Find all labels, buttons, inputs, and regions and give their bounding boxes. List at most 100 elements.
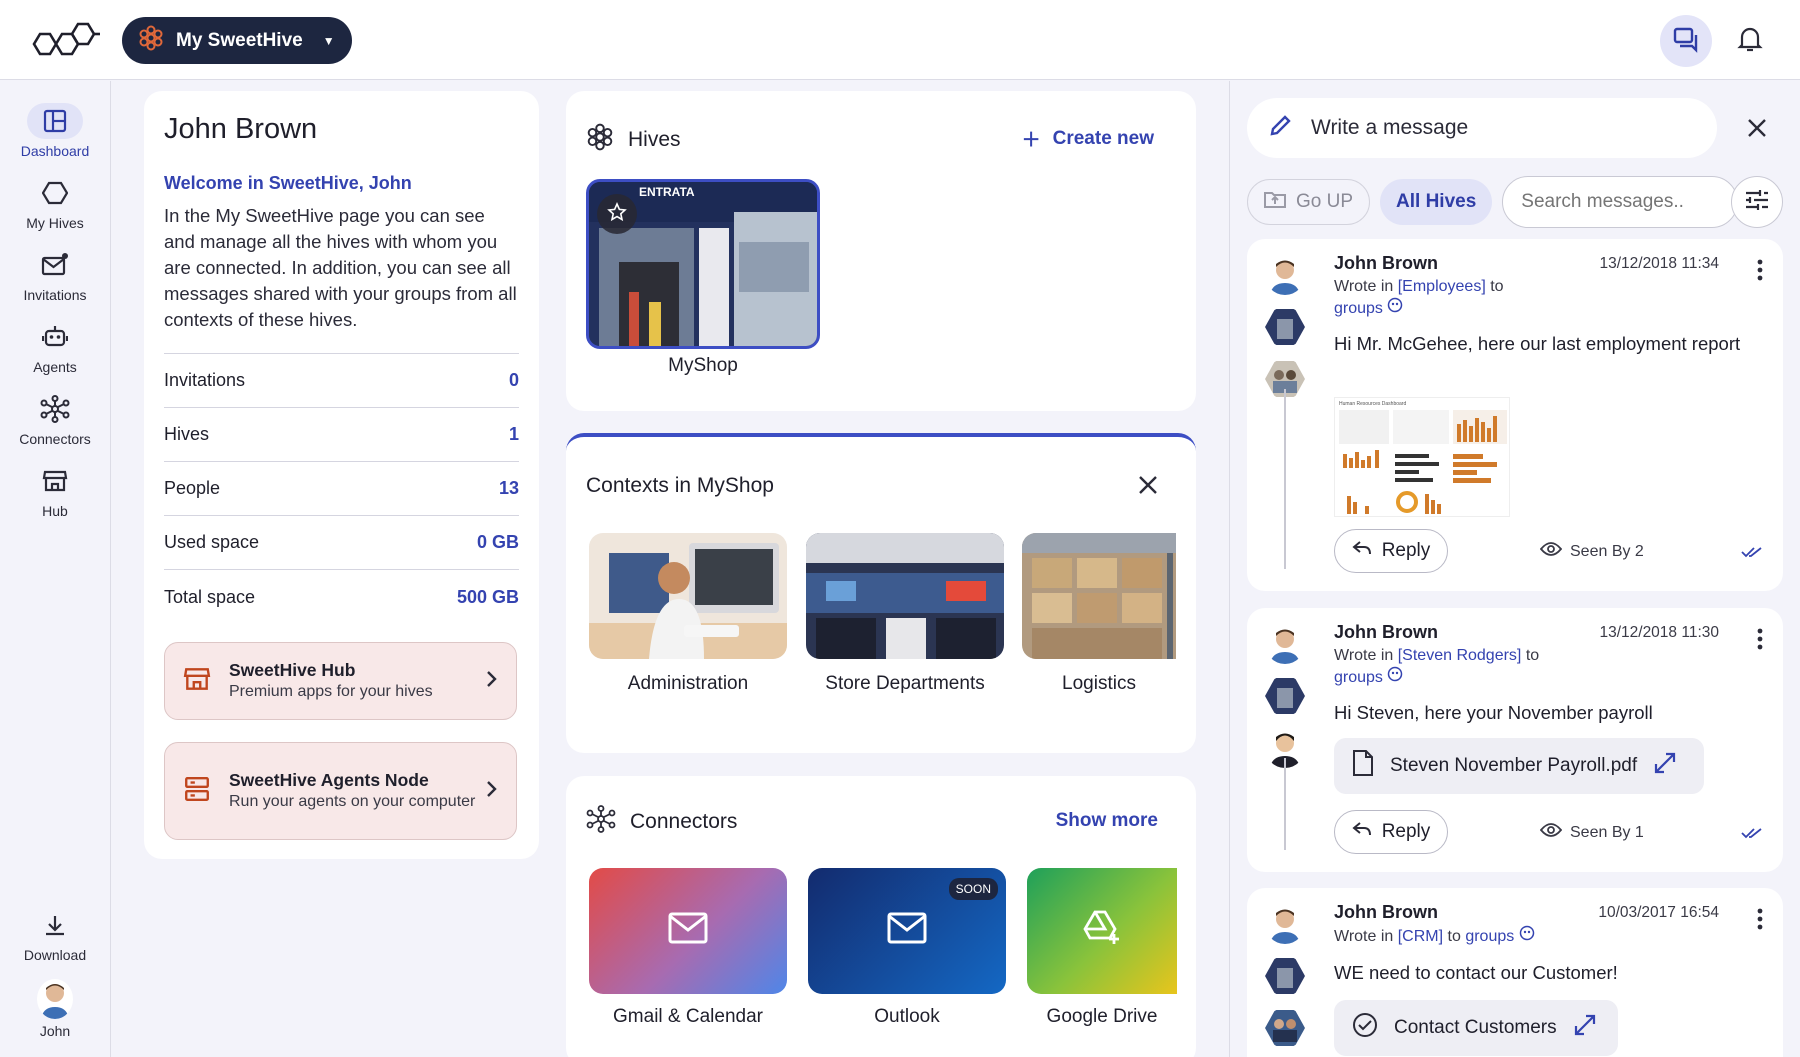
message-filters: Go UP All Hives: [1247, 176, 1739, 228]
context-store-departments[interactable]: Store Departments: [806, 533, 1004, 695]
to-label: to: [1447, 928, 1461, 945]
write-message-input[interactable]: Write a message: [1247, 98, 1717, 158]
connector-name: Google Drive: [1046, 1006, 1158, 1027]
context-link[interactable]: [Employees]: [1398, 278, 1486, 295]
mail-icon: [668, 912, 708, 950]
contexts-title: Contexts in MyShop: [586, 474, 774, 497]
context-name: Administration: [627, 673, 749, 694]
sidebar-item-label: Agents: [33, 359, 77, 375]
attachment-name: Steven November Payroll.pdf: [1390, 755, 1638, 776]
double-check-icon: [1741, 545, 1763, 563]
attachment-file[interactable]: Steven November Payroll.pdf: [1334, 738, 1704, 794]
connector-tile: [589, 868, 787, 994]
expand-icon[interactable]: [1573, 1013, 1597, 1043]
connector-tile: [1027, 868, 1177, 994]
section-title: Hives: [628, 128, 681, 151]
sidebar-item-dashboard[interactable]: Dashboard: [0, 103, 110, 159]
bell-icon: [1737, 25, 1763, 58]
user-profile-button[interactable]: John: [0, 979, 110, 1039]
close-contexts-button[interactable]: [1138, 475, 1158, 500]
expand-icon[interactable]: [1653, 751, 1677, 781]
stat-hives[interactable]: Hives 1: [164, 408, 519, 462]
hive-name[interactable]: MyShop: [586, 355, 820, 377]
seen-by-indicator[interactable]: Seen By 2: [1539, 541, 1644, 562]
groups-link[interactable]: groups: [1334, 300, 1383, 317]
connector-outlook[interactable]: SOON Outlook: [808, 868, 1006, 1028]
close-icon: [1747, 119, 1767, 142]
stat-value: 500 GB: [456, 586, 519, 607]
context-avatar: [1265, 1008, 1305, 1048]
pencil-icon: [1269, 113, 1293, 143]
reply-button[interactable]: Reply: [1334, 529, 1448, 573]
show-more-connectors-link[interactable]: Show more: [1056, 810, 1158, 832]
caret-down-icon: ▼: [322, 33, 335, 48]
connector-name: Gmail & Calendar: [613, 1006, 763, 1027]
more-vertical-icon: [1757, 628, 1763, 654]
section-title: Connectors: [630, 810, 738, 833]
context-link[interactable]: [CRM]: [1398, 928, 1443, 945]
close-messages-pane-button[interactable]: [1747, 118, 1767, 143]
sweethive-hub-promo[interactable]: SweetHive Hub Premium apps for your hives: [164, 642, 517, 720]
message-text: WE need to contact our Customer!: [1334, 962, 1618, 983]
reply-button[interactable]: Reply: [1334, 810, 1448, 854]
sidebar-item-invitations[interactable]: Invitations: [0, 247, 110, 303]
hive-selector-label: My SweetHive: [176, 29, 303, 51]
download-button[interactable]: Download: [0, 907, 110, 963]
author-avatar: [1265, 624, 1305, 664]
robot-icon: [27, 319, 83, 355]
context-link[interactable]: [Steven Rodgers]: [1398, 647, 1522, 664]
message-text: Hi Mr. McGehee, here our last employment…: [1334, 333, 1741, 354]
stat-used-space: Used space 0 GB: [164, 516, 519, 570]
hive-selector-button[interactable]: My SweetHive ▼: [122, 17, 352, 64]
sidebar-item-agents[interactable]: Agents: [0, 319, 110, 375]
messages-toggle-button[interactable]: [1660, 15, 1712, 67]
connector-google-drive[interactable]: Google Drive: [1027, 868, 1177, 1028]
hive-avatar: [1265, 676, 1305, 716]
message-menu-button[interactable]: [1757, 259, 1763, 286]
hive-card-myshop[interactable]: ENTRATA: [586, 179, 820, 349]
message-menu-button[interactable]: [1757, 908, 1763, 935]
notifications-button[interactable]: [1724, 15, 1776, 67]
message-card[interactable]: John Brown 13/12/2018 11:30 Wrote in [St…: [1247, 608, 1783, 872]
message-card[interactable]: John Brown 10/03/2017 16:54 Wrote in [CR…: [1247, 888, 1783, 1057]
stat-invitations[interactable]: Invitations 0: [164, 354, 519, 408]
message-text: Hi Steven, here your November payroll: [1334, 702, 1653, 723]
promo-title: SweetHive Agents Node: [229, 770, 429, 790]
message-header: John Brown 13/12/2018 11:30 Wrote in [St…: [1334, 622, 1769, 688]
stat-people[interactable]: People 13: [164, 462, 519, 516]
sidebar-item-hub[interactable]: Hub: [0, 463, 110, 519]
message-avatars: [1265, 255, 1305, 411]
stat-value: 13: [498, 478, 519, 498]
seen-by-indicator[interactable]: Seen By 1: [1539, 822, 1644, 843]
stat-value: 0: [508, 370, 519, 390]
task-attachment[interactable]: Contact Customers: [1334, 1000, 1618, 1056]
message-date: 13/12/2018 11:34: [1599, 255, 1719, 272]
sweethive-agents-node-promo[interactable]: SweetHive Agents Node Run your agents on …: [164, 742, 517, 840]
all-hives-filter[interactable]: All Hives: [1380, 179, 1493, 225]
star-icon: [607, 201, 627, 227]
wrote-in-label: Wrote in: [1334, 647, 1394, 664]
sidebar: Dashboard My Hives Invitations Agents Co…: [0, 81, 111, 1057]
filter-settings-button[interactable]: [1731, 176, 1783, 228]
favorite-star-button[interactable]: [597, 194, 637, 234]
go-up-button[interactable]: Go UP: [1247, 179, 1371, 225]
groups-link[interactable]: groups: [1465, 928, 1514, 945]
sidebar-item-my-hives[interactable]: My Hives: [0, 175, 110, 231]
context-administration[interactable]: Administration: [589, 533, 787, 695]
connector-gmail-calendar[interactable]: Gmail & Calendar: [589, 868, 787, 1028]
search-messages-input[interactable]: [1502, 176, 1739, 228]
more-vertical-icon: [1757, 908, 1763, 934]
connector-tile: SOON: [808, 868, 1006, 994]
promo-title: SweetHive Hub: [229, 660, 356, 680]
write-message-placeholder: Write a message: [1311, 116, 1469, 139]
sweethive-logo-icon[interactable]: [30, 22, 102, 63]
context-logistics[interactable]: Logistics: [1022, 533, 1176, 695]
message-header: John Brown 10/03/2017 16:54 Wrote in [CR…: [1334, 902, 1769, 947]
sliders-icon: [1744, 188, 1770, 217]
sidebar-item-connectors[interactable]: Connectors: [0, 391, 110, 447]
message-card[interactable]: John Brown 13/12/2018 11:34 Wrote in [Em…: [1247, 239, 1783, 591]
groups-link[interactable]: groups: [1334, 669, 1383, 686]
create-new-hive-button[interactable]: ＋ Create new: [1022, 125, 1154, 152]
message-menu-button[interactable]: [1757, 628, 1763, 655]
attachment-thumbnail[interactable]: Human Resources Dashboard: [1334, 397, 1510, 517]
